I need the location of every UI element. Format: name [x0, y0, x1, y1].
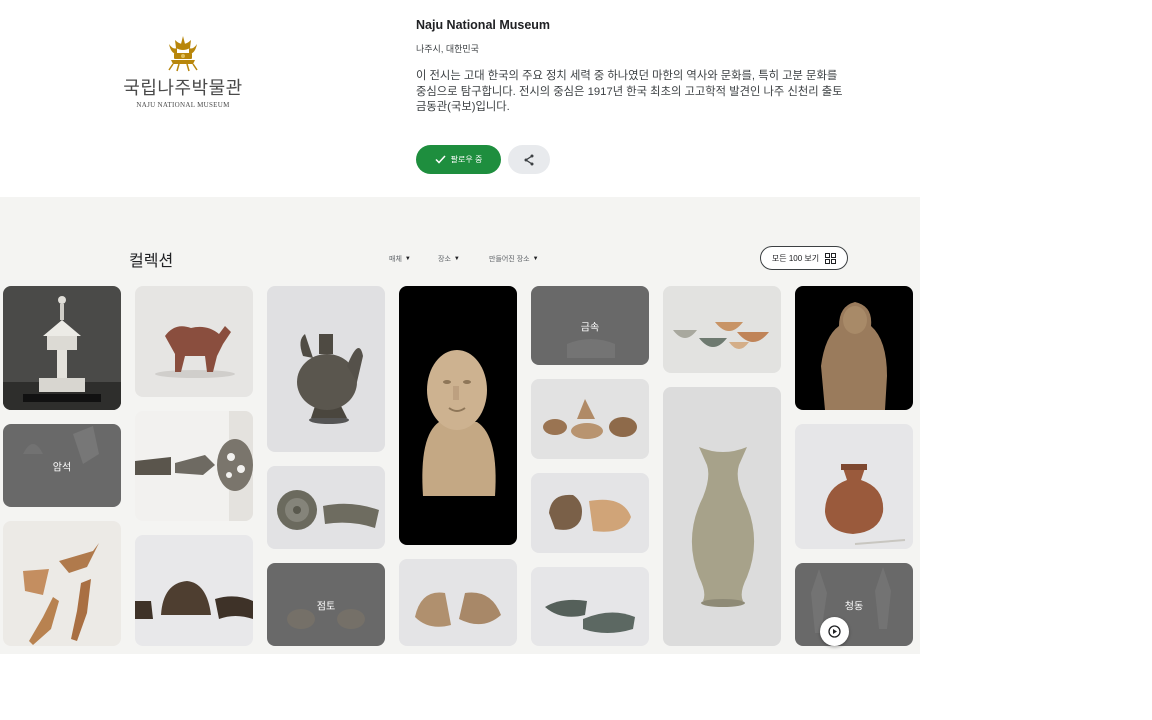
category-bronze-label: 청동 [844, 601, 864, 612]
artwork-spindle-whorls[interactable] [531, 379, 649, 459]
play-icon [828, 625, 841, 638]
museum-description: 이 전시는 고대 한국의 주요 정치 세력 중 하나였던 마한의 역사와 문화를… [416, 70, 843, 113]
category-earth-label: 점토 [316, 601, 336, 612]
filter-place[interactable]: 장소 ▼ [438, 254, 460, 264]
caret-down-icon: ▼ [404, 256, 411, 262]
artwork-bird-vessel[interactable] [267, 286, 385, 452]
crown-emblem-icon [168, 36, 198, 72]
following-button[interactable]: 팔로우 중 [416, 145, 501, 174]
filter-medium-label: 매체 [389, 256, 402, 263]
clay-pot-image [825, 464, 906, 545]
celadon-vase-image [691, 447, 755, 607]
artwork-animal-figurine[interactable] [135, 286, 253, 397]
artwork-clay-pot[interactable] [795, 424, 913, 549]
small-bowls-image [673, 322, 769, 349]
broken-pottery-image [415, 592, 501, 627]
view-all-label: 모든 100 보기 [771, 253, 820, 263]
collection-title: 컬렉션 [129, 253, 174, 270]
clay-fragments-image [23, 543, 99, 645]
grid-icon [825, 252, 837, 264]
category-metal[interactable]: 금속 [531, 286, 649, 365]
roof-tiles-image [277, 490, 379, 530]
share-icon [524, 154, 534, 165]
category-bronze[interactable]: 청동 [795, 563, 913, 646]
artwork-helmet[interactable] [135, 535, 253, 646]
artwork-clay-pieces[interactable] [531, 473, 649, 553]
artwork-celadon-vase[interactable] [663, 387, 781, 646]
artwork-stone-figure[interactable] [795, 286, 913, 410]
filter-place-label: 장소 [438, 256, 451, 263]
artwork-clay-bust[interactable] [399, 286, 517, 545]
logo-korean-text: 국립나주박물관 [123, 78, 243, 99]
stone-lantern-image [3, 296, 121, 410]
artwork-clay-fragments[interactable] [3, 521, 121, 646]
slideshow-play-button[interactable] [820, 617, 849, 646]
museum-logo: 국립나주박물관 NAJU NATIONAL MUSEUM [120, 34, 246, 114]
museum-name: Naju National Museum [416, 18, 551, 32]
iron-sword-image [135, 411, 253, 521]
filter-medium[interactable]: 매체 ▼ [389, 254, 411, 264]
logo-english-text: NAJU NATIONAL MUSEUM [136, 101, 230, 109]
artwork-roof-tiles[interactable] [267, 466, 385, 549]
bronze-shoes-image [545, 599, 635, 633]
category-earth[interactable]: 점토 [267, 563, 385, 646]
category-stone[interactable]: 암석 [3, 424, 121, 507]
animal-figurine-image [155, 326, 235, 378]
clay-bust-image [422, 350, 496, 496]
caret-down-icon: ▼ [532, 256, 539, 262]
caret-down-icon: ▼ [453, 256, 460, 262]
filter-place-made-label: 만들어진 장소 [489, 256, 530, 263]
filter-place-made[interactable]: 만들어진 장소 ▼ [489, 254, 539, 264]
helmet-image [135, 581, 253, 619]
artwork-small-bowls[interactable] [663, 286, 781, 373]
spindle-whorls-image [543, 399, 637, 439]
museum-location: 나주시, 대한민국 [416, 44, 479, 54]
artwork-bronze-shoes[interactable] [531, 567, 649, 646]
artwork-broken-pottery[interactable] [399, 559, 517, 646]
category-metal-label: 금속 [580, 322, 600, 333]
category-stone-label: 암석 [52, 462, 72, 473]
following-label: 팔로우 중 [450, 155, 483, 164]
artwork-iron-sword[interactable] [135, 411, 253, 521]
share-button[interactable] [508, 145, 550, 174]
view-all-button[interactable]: 모든 100 보기 [760, 246, 848, 270]
artwork-stone-lantern[interactable] [3, 286, 121, 410]
check-icon [435, 155, 446, 164]
clay-pieces-image [549, 494, 631, 532]
stone-figure-image [821, 302, 887, 410]
bird-vessel-image [297, 334, 363, 424]
